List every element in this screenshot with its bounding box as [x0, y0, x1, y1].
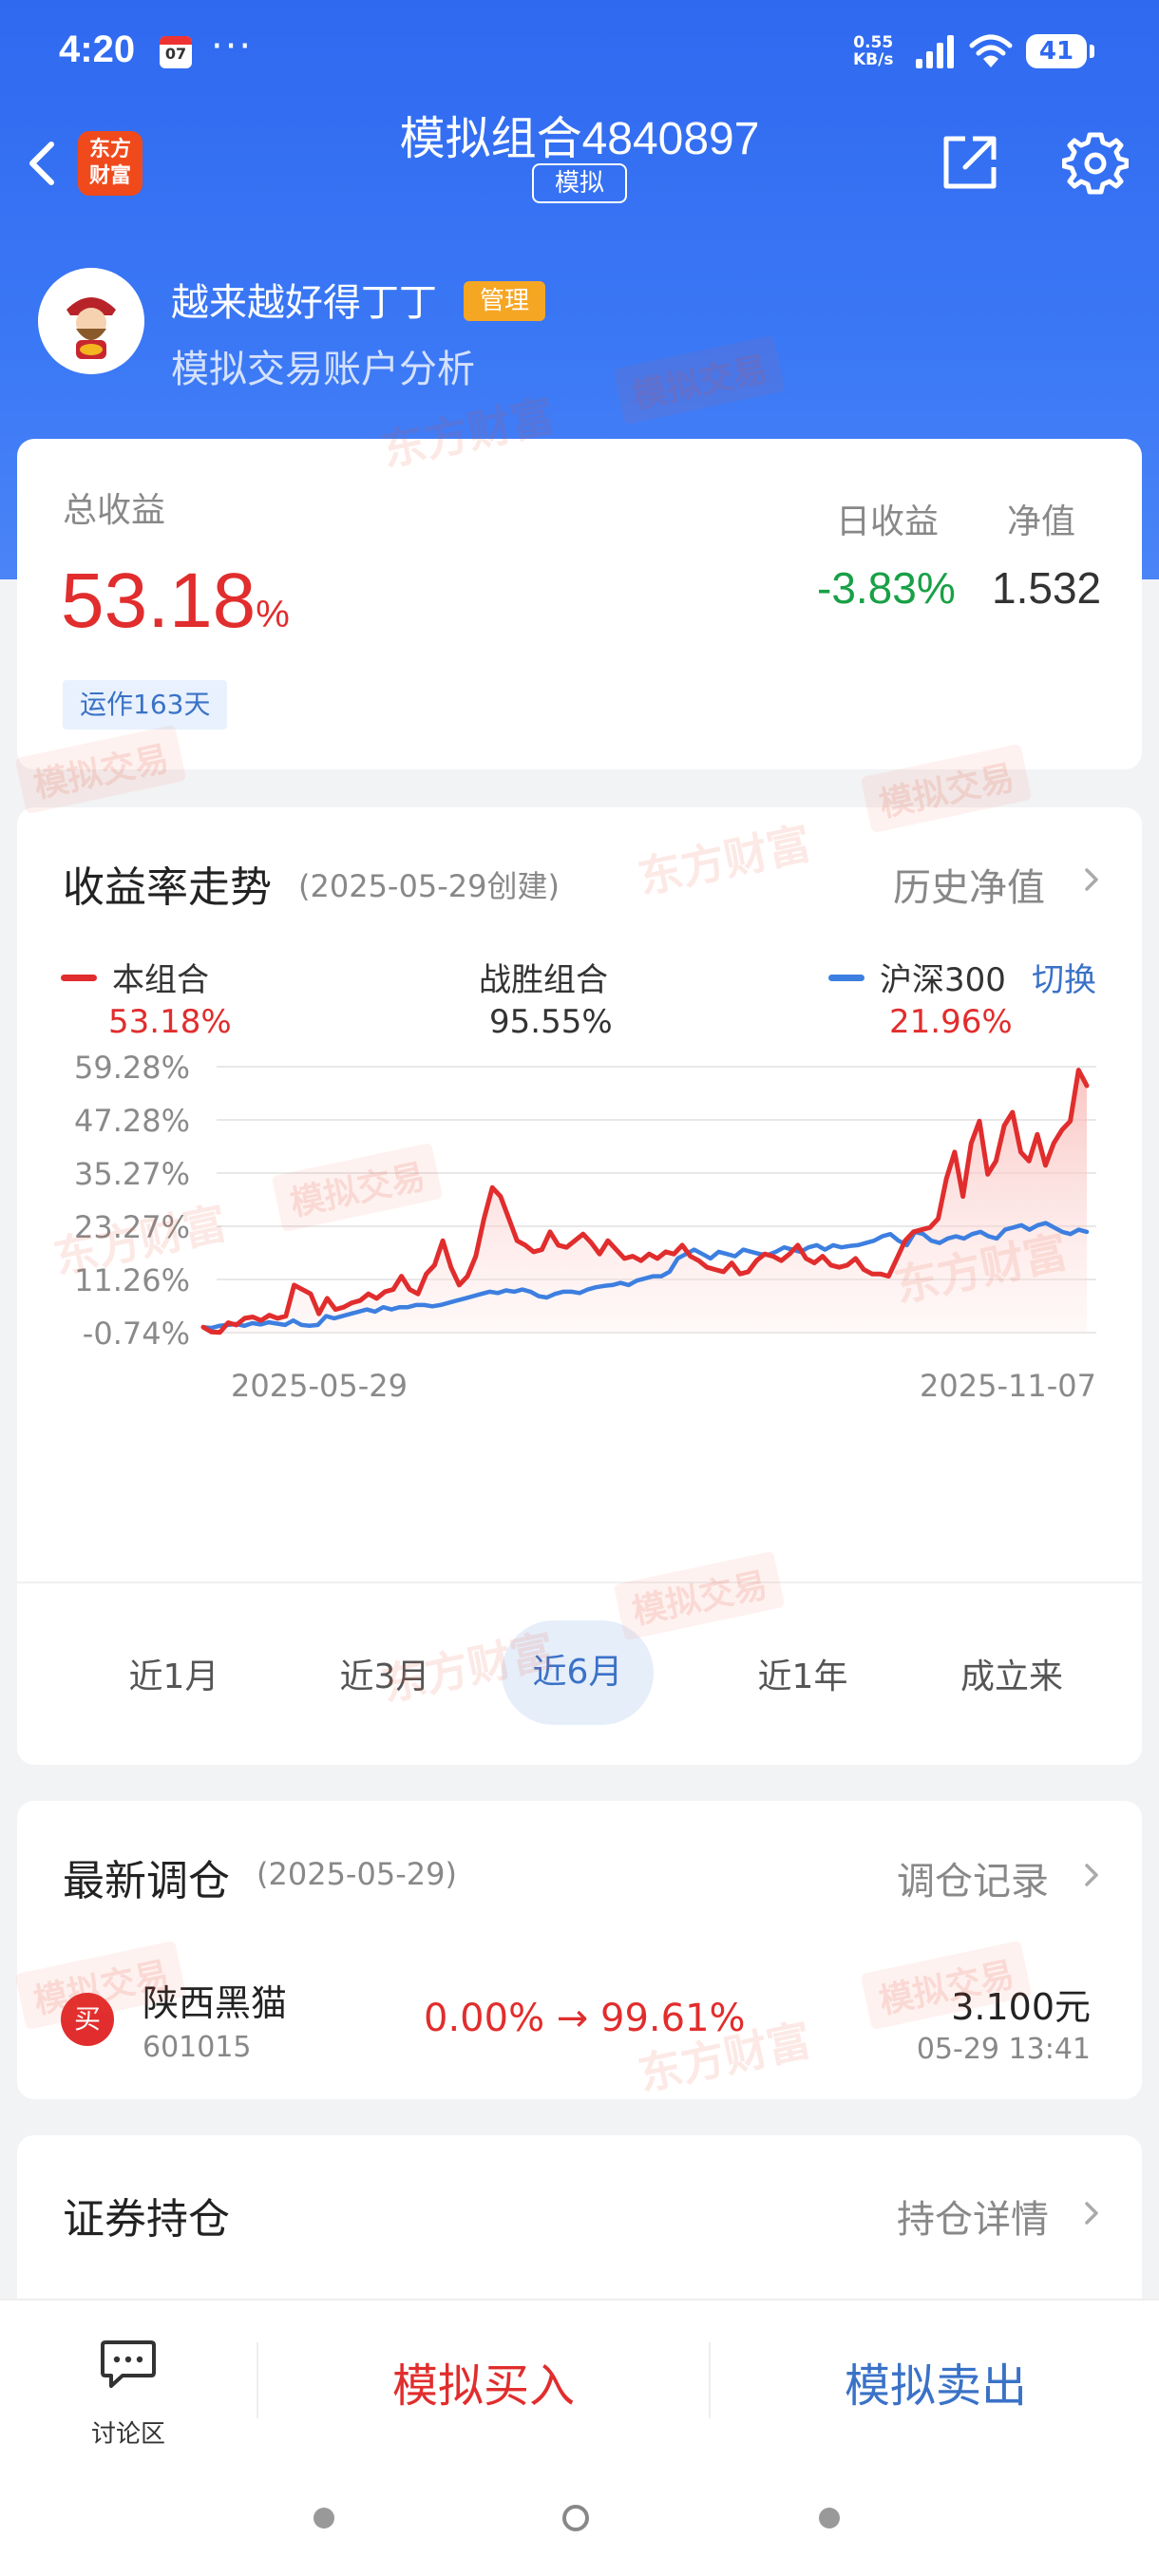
range-tab-6m[interactable]: 近6月 [502, 1620, 654, 1725]
chart-created-date: (2025-05-29创建) [298, 868, 560, 904]
simulated-buy-button[interactable]: 模拟买入 [270, 2339, 697, 2434]
range-tab-1m-label: 近1月 [128, 1657, 219, 1696]
y-tick-label: 59.28% [74, 1054, 190, 1086]
chart-title: 收益率走势 [63, 863, 272, 912]
divider [709, 2342, 711, 2418]
network-speed-value: 0.55 [853, 33, 894, 52]
y-tick-label: 11.26% [74, 1262, 190, 1298]
legend-swatch-csi300 [828, 975, 864, 981]
simulation-badge: 模拟 [532, 163, 627, 203]
logo-line1: 东方 [88, 138, 131, 161]
legend-beat-name: 战胜组合 [479, 961, 608, 999]
position-change: 0.00% → 99.61% [424, 1997, 746, 2040]
trade-price: 3.100元 [951, 1986, 1091, 2028]
total-return-label: 总收益 [63, 491, 166, 530]
rebalance-card: 最新调仓 (2025-05-29) 调仓记录 买 陕西黑猫 601015 0.0… [17, 1801, 1142, 2099]
running-days-badge: 运作163天 [63, 680, 228, 729]
daily-return-value: -3.83% [817, 563, 956, 613]
portfolio-area-fill [203, 1070, 1087, 1333]
chevron-right-icon [1085, 868, 1098, 891]
y-tick-label: 35.27% [74, 1156, 190, 1192]
trade-time: 05-29 13:41 [916, 2033, 1091, 2066]
return-line-chart[interactable]: 59.28% 47.28% 35.27% 23.27% 11.26% -0.74% 2025… [17, 1054, 1142, 1434]
back-icon[interactable] [21, 133, 63, 194]
total-return-unit: % [256, 594, 290, 635]
legend-swatch-portfolio [61, 975, 97, 981]
app-logo: 东方 财富 [78, 131, 142, 196]
range-tab-1m[interactable]: 近1月 [93, 1649, 255, 1698]
y-tick-label: 47.28% [74, 1103, 190, 1139]
summary-card: 总收益 53.18% 运作163天 日收益 净值 -3.83% 1.532 [17, 439, 1142, 769]
holdings-card: 证券持仓 持仓详情 [17, 2135, 1142, 2306]
range-tab-since-label: 成立来 [960, 1657, 1063, 1696]
more-notifications-icon: ··· [211, 25, 254, 68]
switch-benchmark-button[interactable]: 切换 [1032, 954, 1096, 1000]
bottom-action-bar: 讨论区 模拟买入 模拟卖出 [0, 2299, 1159, 2576]
chat-bubble-icon [101, 2340, 156, 2388]
x-tick-label: 2025-05-29 [231, 1368, 408, 1404]
range-tab-since-inception[interactable]: 成立来 [931, 1649, 1092, 1698]
holdings-title: 证券持仓 [63, 2195, 230, 2244]
status-bar: 4:20 07 ··· 0.55 KB/s 41 [0, 0, 1159, 104]
avatar-caishen-icon [38, 268, 144, 374]
history-nav-link[interactable]: 历史净值 [893, 857, 1045, 912]
y-tick-label: -0.74% [83, 1316, 190, 1352]
daily-return-label: 日收益 [836, 502, 940, 541]
range-tab-3m[interactable]: 近3月 [304, 1649, 466, 1698]
battery-icon: 41 [1026, 34, 1094, 68]
stock-code: 601015 [142, 2031, 252, 2064]
stock-name[interactable]: 陕西黑猫 [142, 1974, 287, 2026]
nav-home-ring[interactable] [562, 2505, 589, 2531]
logo-line2: 财富 [88, 164, 131, 188]
legend-csi300-value: 21.96% [889, 1003, 1013, 1041]
status-time: 4:20 [59, 28, 136, 70]
chevron-right-icon [1085, 2202, 1098, 2225]
legend-portfolio-name: 本组合 [112, 961, 209, 999]
discussion-label: 讨论区 [90, 2420, 165, 2449]
range-tab-6m-label: 近6月 [532, 1653, 623, 1692]
legend-csi300-name: 沪深300 [880, 961, 1006, 999]
network-speed-unit: KB/s [853, 50, 894, 69]
divider [17, 1582, 1142, 1583]
nav-back-dot[interactable] [314, 2508, 334, 2529]
calendar-icon: 07 [160, 36, 192, 68]
range-tab-3m-label: 近3月 [339, 1657, 430, 1696]
holdings-detail-link[interactable]: 持仓详情 [897, 2188, 1049, 2244]
wifi-icon [969, 34, 1013, 67]
range-tab-1y-label: 近1年 [757, 1657, 848, 1696]
network-speed: 0.55 KB/s [853, 34, 893, 68]
buy-action-badge: 买 [61, 1993, 114, 2046]
divider [256, 2342, 258, 2418]
discussion-button[interactable]: 讨论区 [57, 2339, 200, 2449]
rebalance-records-link[interactable]: 调仓记录 [897, 1850, 1049, 1905]
share-icon[interactable] [939, 131, 1001, 194]
signal-icon [916, 35, 954, 68]
range-tab-1y[interactable]: 近1年 [722, 1649, 884, 1698]
settings-gear-icon[interactable] [1062, 129, 1129, 196]
y-tick-label: 23.27% [74, 1209, 190, 1245]
return-chart-card: 收益率走势 (2025-05-29创建) 历史净值 本组合 53.18% 战胜组… [17, 807, 1142, 1765]
simulated-sell-button[interactable]: 模拟卖出 [722, 2339, 1150, 2434]
chevron-right-icon [1085, 1864, 1098, 1886]
rebalance-title: 最新调仓 [63, 1857, 230, 1905]
x-tick-label: 2025-11-07 [920, 1368, 1096, 1404]
legend-portfolio-value: 53.18% [108, 1003, 232, 1041]
avatar[interactable] [38, 268, 144, 374]
nav-recents-dot[interactable] [819, 2508, 840, 2529]
rebalance-date: (2025-05-29) [256, 1856, 457, 1892]
account-subtitle: 模拟交易账户分析 [171, 348, 475, 391]
page-title: 模拟组合4840897 [399, 114, 760, 164]
total-return-value: 53.18% [61, 557, 290, 646]
nav-value: 1.532 [992, 563, 1102, 613]
user-name[interactable]: 越来越好得丁丁 [171, 272, 437, 327]
nav-label: 净值 [1007, 502, 1076, 541]
manager-badge: 管理 [464, 281, 545, 321]
total-return-number: 53.18 [61, 558, 256, 644]
legend-beat-value: 95.55% [489, 1003, 613, 1041]
